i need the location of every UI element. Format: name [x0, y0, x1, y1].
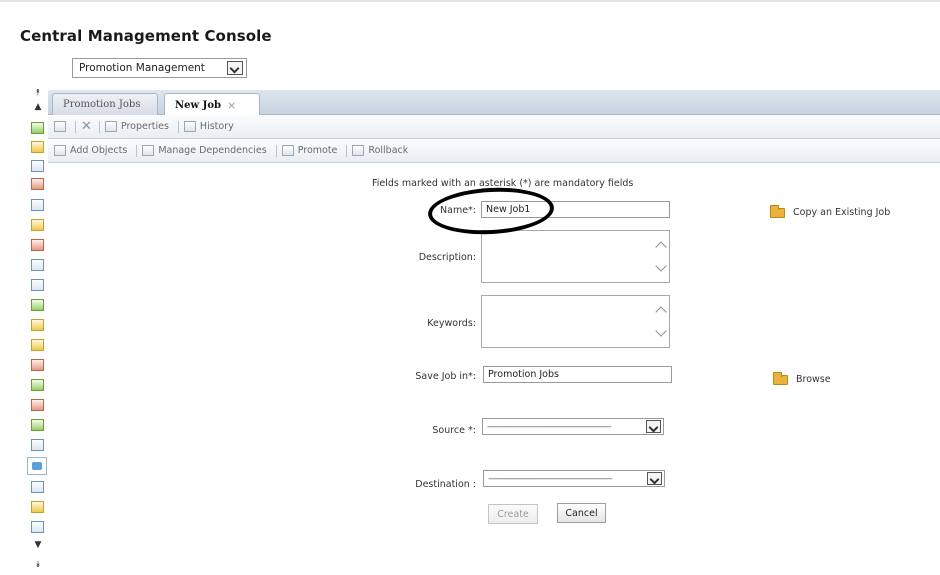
- rail-icon-9[interactable]: [31, 279, 44, 291]
- copy-existing-job-label: Copy an Existing Job: [793, 207, 891, 218]
- rail-icon-2[interactable]: [31, 141, 44, 153]
- rollback-icon: [352, 145, 365, 156]
- rail-icon-14[interactable]: [31, 379, 44, 391]
- toolbar-secondary: Add Objects Manage Dependencies Promote …: [48, 139, 940, 163]
- chevron-down-icon: [646, 420, 661, 433]
- scroll-down-icon[interactable]: [655, 325, 667, 337]
- promote-icon: [281, 145, 294, 156]
- chevron-down-icon: [227, 61, 243, 75]
- source-select[interactable]: ----------------------------------------…: [482, 418, 664, 435]
- scroll-bottom-icon[interactable]: ⯯: [31, 560, 45, 570]
- rail-icon-11[interactable]: [31, 319, 44, 331]
- rail-icon-1[interactable]: [31, 122, 44, 134]
- toolbar-divider: [98, 120, 100, 133]
- rail-icon-8[interactable]: [31, 259, 44, 271]
- promotion-management-icon[interactable]: [27, 457, 47, 475]
- copy-existing-job-link[interactable]: Copy an Existing Job: [770, 204, 891, 218]
- name-input[interactable]: New Job1: [481, 201, 670, 218]
- folder-icon: [770, 204, 785, 218]
- folder-icon: [773, 371, 788, 385]
- rail-icon-12[interactable]: [31, 339, 44, 351]
- toolbar-divider: [177, 120, 179, 133]
- tab-label: Promotion Jobs: [63, 99, 141, 110]
- rollback-button[interactable]: Rollback: [352, 145, 408, 156]
- add-objects-label: Add Objects: [70, 145, 128, 156]
- promote-button[interactable]: Promote: [281, 145, 338, 156]
- toolbar-divider: [346, 144, 348, 157]
- tab-bar: Promotion Jobs New Job ×: [48, 90, 940, 116]
- manage-dependencies-button[interactable]: Manage Dependencies: [142, 145, 267, 156]
- scroll-down-icon[interactable]: [655, 260, 667, 272]
- rollback-label: Rollback: [368, 145, 409, 156]
- description-label: Description:: [418, 252, 476, 263]
- create-button[interactable]: Create: [488, 504, 538, 524]
- toolbar-divider: [75, 120, 76, 133]
- save-icon[interactable]: [54, 121, 66, 132]
- manage-dependencies-icon: [142, 145, 155, 156]
- tab-promotion-jobs[interactable]: Promotion Jobs: [52, 93, 158, 115]
- keywords-textarea[interactable]: [481, 295, 670, 348]
- toolbar-primary: ✕ Properties History: [48, 115, 940, 139]
- destination-select-value: ----------------------------------------…: [488, 473, 613, 484]
- destination-select[interactable]: ----------------------------------------…: [483, 470, 665, 487]
- rail-icon-7[interactable]: [31, 239, 44, 251]
- destination-label: Destination :: [415, 479, 476, 490]
- rail-icon-5[interactable]: [31, 199, 44, 211]
- close-icon[interactable]: ×: [227, 99, 236, 112]
- rail-icon-3[interactable]: [31, 160, 44, 172]
- tab-label: New Job: [175, 99, 221, 111]
- top-border: [0, 0, 940, 2]
- source-label: Source *:: [432, 425, 476, 436]
- browse-label: Browse: [796, 374, 831, 385]
- rail-icon-13[interactable]: [31, 359, 44, 371]
- keywords-label: Keywords:: [427, 318, 476, 329]
- toolbar-divider: [275, 144, 277, 157]
- rail-icon-19[interactable]: [31, 481, 44, 493]
- application-dropdown-value: Promotion Management: [79, 62, 205, 74]
- tab-new-job[interactable]: New Job ×: [164, 93, 260, 116]
- rail-icon-16[interactable]: [31, 419, 44, 431]
- scroll-top-icon[interactable]: ⯭: [31, 88, 45, 98]
- properties-button[interactable]: Properties: [104, 121, 169, 132]
- toolbar-divider: [136, 144, 138, 157]
- rail-icon-20[interactable]: [31, 501, 44, 513]
- scroll-down-icon[interactable]: ▼: [31, 540, 45, 550]
- page-title: Central Management Console: [20, 27, 272, 45]
- application-dropdown[interactable]: Promotion Management: [72, 58, 247, 78]
- add-objects-icon: [54, 145, 66, 156]
- properties-icon: [104, 121, 117, 132]
- delete-icon[interactable]: ✕: [81, 119, 92, 134]
- description-textarea[interactable]: [481, 230, 670, 283]
- manage-dependencies-label: Manage Dependencies: [158, 145, 267, 156]
- source-select-value: ----------------------------------------…: [487, 421, 612, 432]
- cancel-button[interactable]: Cancel: [557, 503, 606, 523]
- rail-icon-15[interactable]: [31, 399, 44, 411]
- save-job-in-input[interactable]: Promotion Jobs: [483, 366, 672, 383]
- history-button[interactable]: History: [183, 121, 234, 132]
- rail-icon-17[interactable]: [31, 439, 44, 451]
- properties-label: Properties: [120, 121, 169, 132]
- mandatory-fields-note: Fields marked with an asterisk (*) are m…: [372, 178, 634, 189]
- scroll-up-icon[interactable]: [655, 241, 667, 253]
- left-icon-rail: ⯭ ▲ ▼ ⯯: [27, 88, 47, 575]
- rail-icon-21[interactable]: [31, 521, 44, 533]
- scroll-up-icon[interactable]: ▲: [31, 102, 45, 112]
- chevron-down-icon: [647, 472, 662, 485]
- history-label: History: [199, 121, 234, 132]
- rail-icon-10[interactable]: [31, 299, 44, 311]
- history-icon: [183, 121, 196, 132]
- scroll-up-icon[interactable]: [655, 306, 667, 318]
- rail-icon-6[interactable]: [31, 219, 44, 231]
- save-job-in-label: Save Job in*:: [415, 371, 476, 382]
- add-objects-button[interactable]: Add Objects: [54, 145, 127, 156]
- rail-icon-4[interactable]: [31, 178, 44, 190]
- browse-link[interactable]: Browse: [773, 371, 831, 385]
- promote-label: Promote: [297, 145, 338, 156]
- name-label: Name*:: [440, 205, 476, 216]
